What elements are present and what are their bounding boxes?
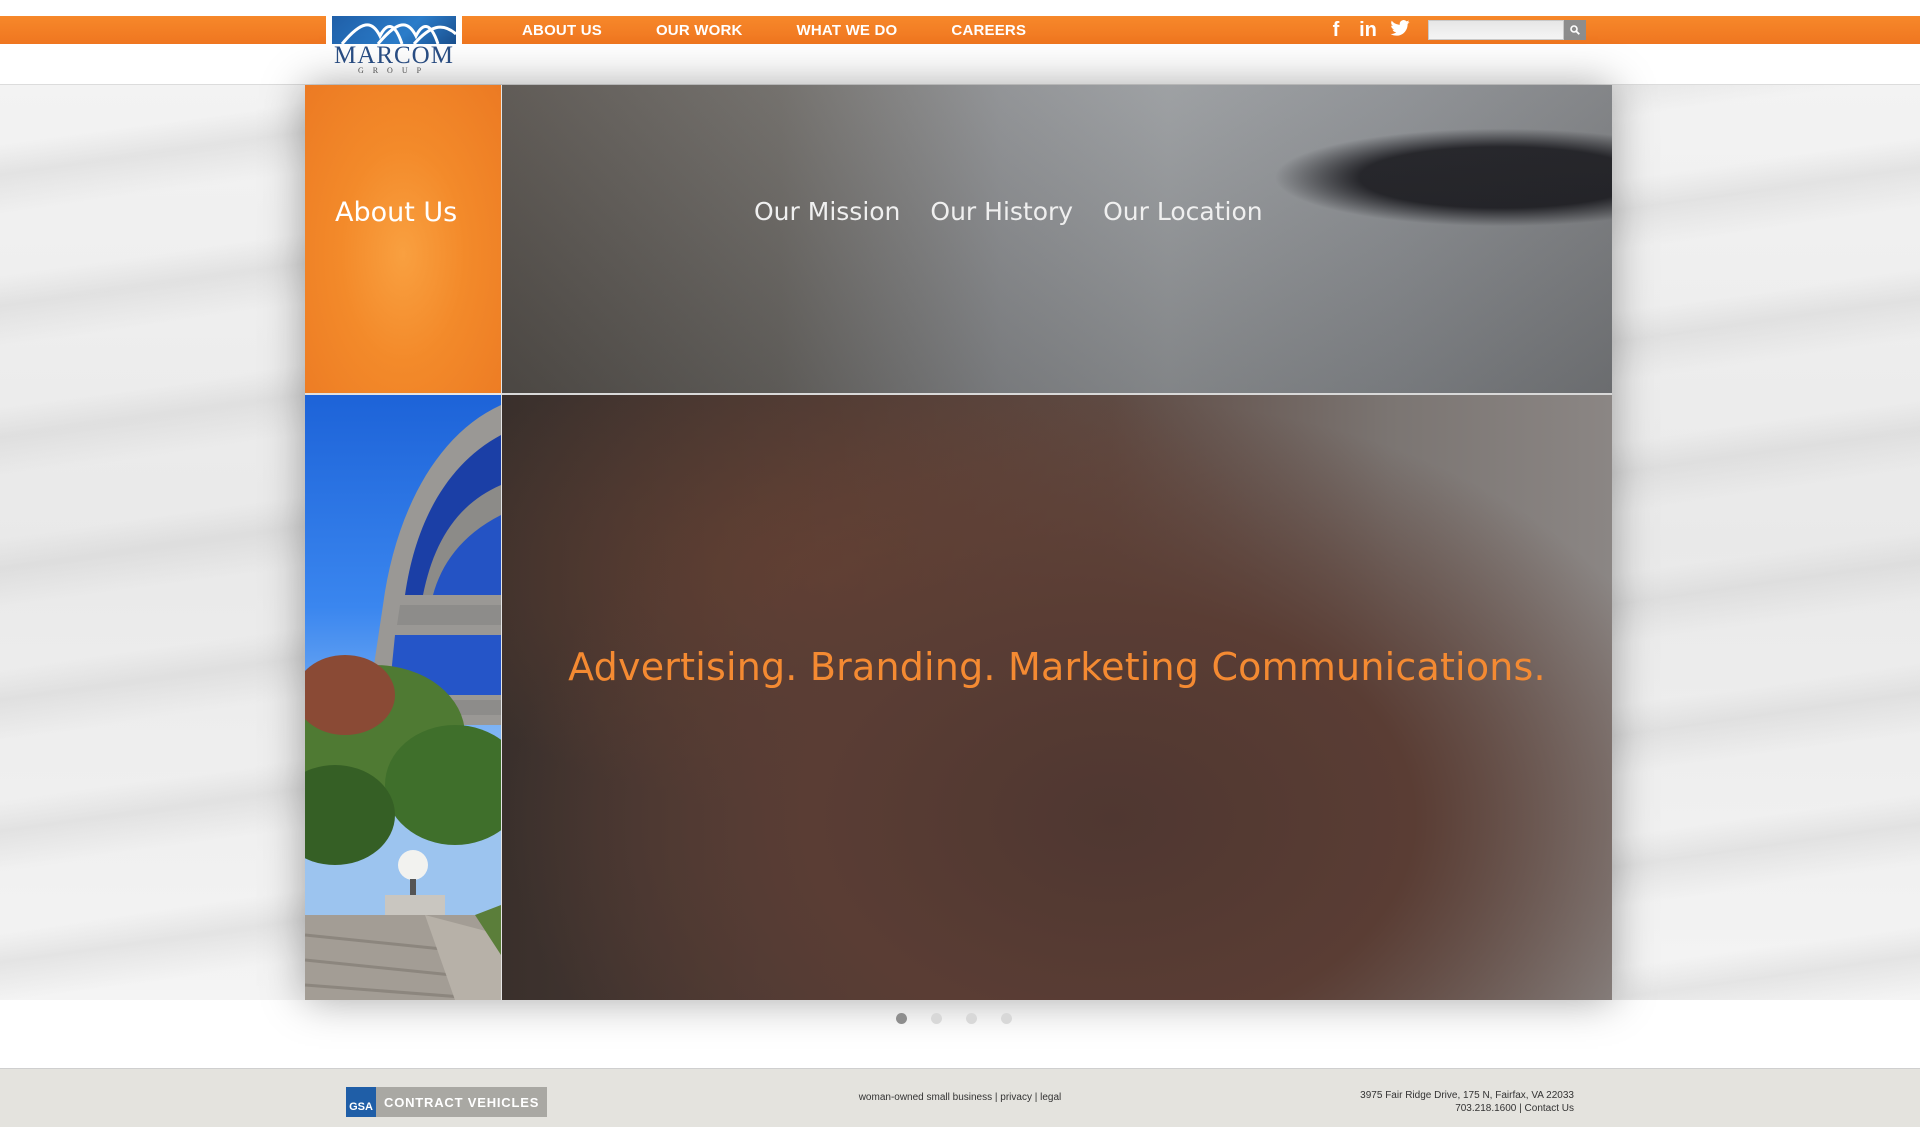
linkedin-icon[interactable]: in	[1357, 16, 1379, 44]
header-strip	[0, 44, 1920, 85]
search-box	[1428, 20, 1586, 40]
hero-image-conference-room	[502, 395, 1612, 1000]
logo-name: MARCOM	[334, 42, 454, 69]
twitter-icon[interactable]	[1389, 16, 1411, 44]
section-title-panel: About Us	[305, 85, 501, 393]
contact-us-link[interactable]: Contact Us	[1525, 1103, 1574, 1114]
subnav-our-history[interactable]: Our History	[930, 197, 1073, 226]
nav-what-we-do[interactable]: WHAT WE DO	[797, 22, 898, 39]
slider-dot[interactable]	[896, 1013, 907, 1024]
main-nav: ABOUT US OUR WORK WHAT WE DO CAREERS	[468, 16, 1026, 44]
hero-tagline: Advertising. Branding. Marketing Communi…	[568, 645, 1546, 689]
page-title: About Us	[335, 197, 458, 228]
footer-contact: 3975 Fair Ridge Drive, 175 N, Fairfax, V…	[1360, 1089, 1574, 1115]
nav-about-us[interactable]: ABOUT US	[522, 22, 602, 39]
footer-phone: 703.218.1600	[1455, 1103, 1517, 1114]
logo-subtitle: GROUP	[357, 66, 431, 75]
slider-dot[interactable]	[966, 1013, 977, 1024]
slider-pagination	[896, 1013, 1012, 1024]
search-input[interactable]	[1428, 20, 1564, 40]
subnav-our-location[interactable]: Our Location	[1103, 197, 1263, 226]
building-photo	[305, 395, 501, 1000]
hero-image-top: Our Mission Our History Our Location	[502, 85, 1612, 393]
search-button[interactable]	[1564, 20, 1586, 40]
footer-address: 3975 Fair Ridge Drive, 175 N, Fairfax, V…	[1360, 1090, 1574, 1101]
privacy-link[interactable]: privacy	[1000, 1092, 1032, 1103]
nav-careers[interactable]: CAREERS	[951, 22, 1026, 39]
woman-owned-text: woman-owned small business	[858, 1092, 993, 1103]
hero-section: About Us Our Mission Our History Our Loc…	[305, 85, 1612, 1000]
footer-links: woman-owned small business | privacy | l…	[0, 1092, 1920, 1103]
subnav-our-mission[interactable]: Our Mission	[754, 197, 900, 226]
slider-dot[interactable]	[1001, 1013, 1012, 1024]
search-icon	[1570, 25, 1580, 35]
footer: GSA CONTRACT VEHICLES woman-owned small …	[0, 1068, 1920, 1127]
social-links: f in	[1325, 16, 1411, 44]
legal-link[interactable]: legal	[1040, 1092, 1061, 1103]
slider-dot[interactable]	[931, 1013, 942, 1024]
about-subnav: Our Mission Our History Our Location	[754, 197, 1263, 226]
facebook-icon[interactable]: f	[1325, 16, 1347, 44]
marcom-logo[interactable]: MARCOM GROUP	[326, 14, 462, 76]
logo-wave-icon	[332, 16, 456, 44]
nav-our-work[interactable]: OUR WORK	[656, 22, 743, 39]
